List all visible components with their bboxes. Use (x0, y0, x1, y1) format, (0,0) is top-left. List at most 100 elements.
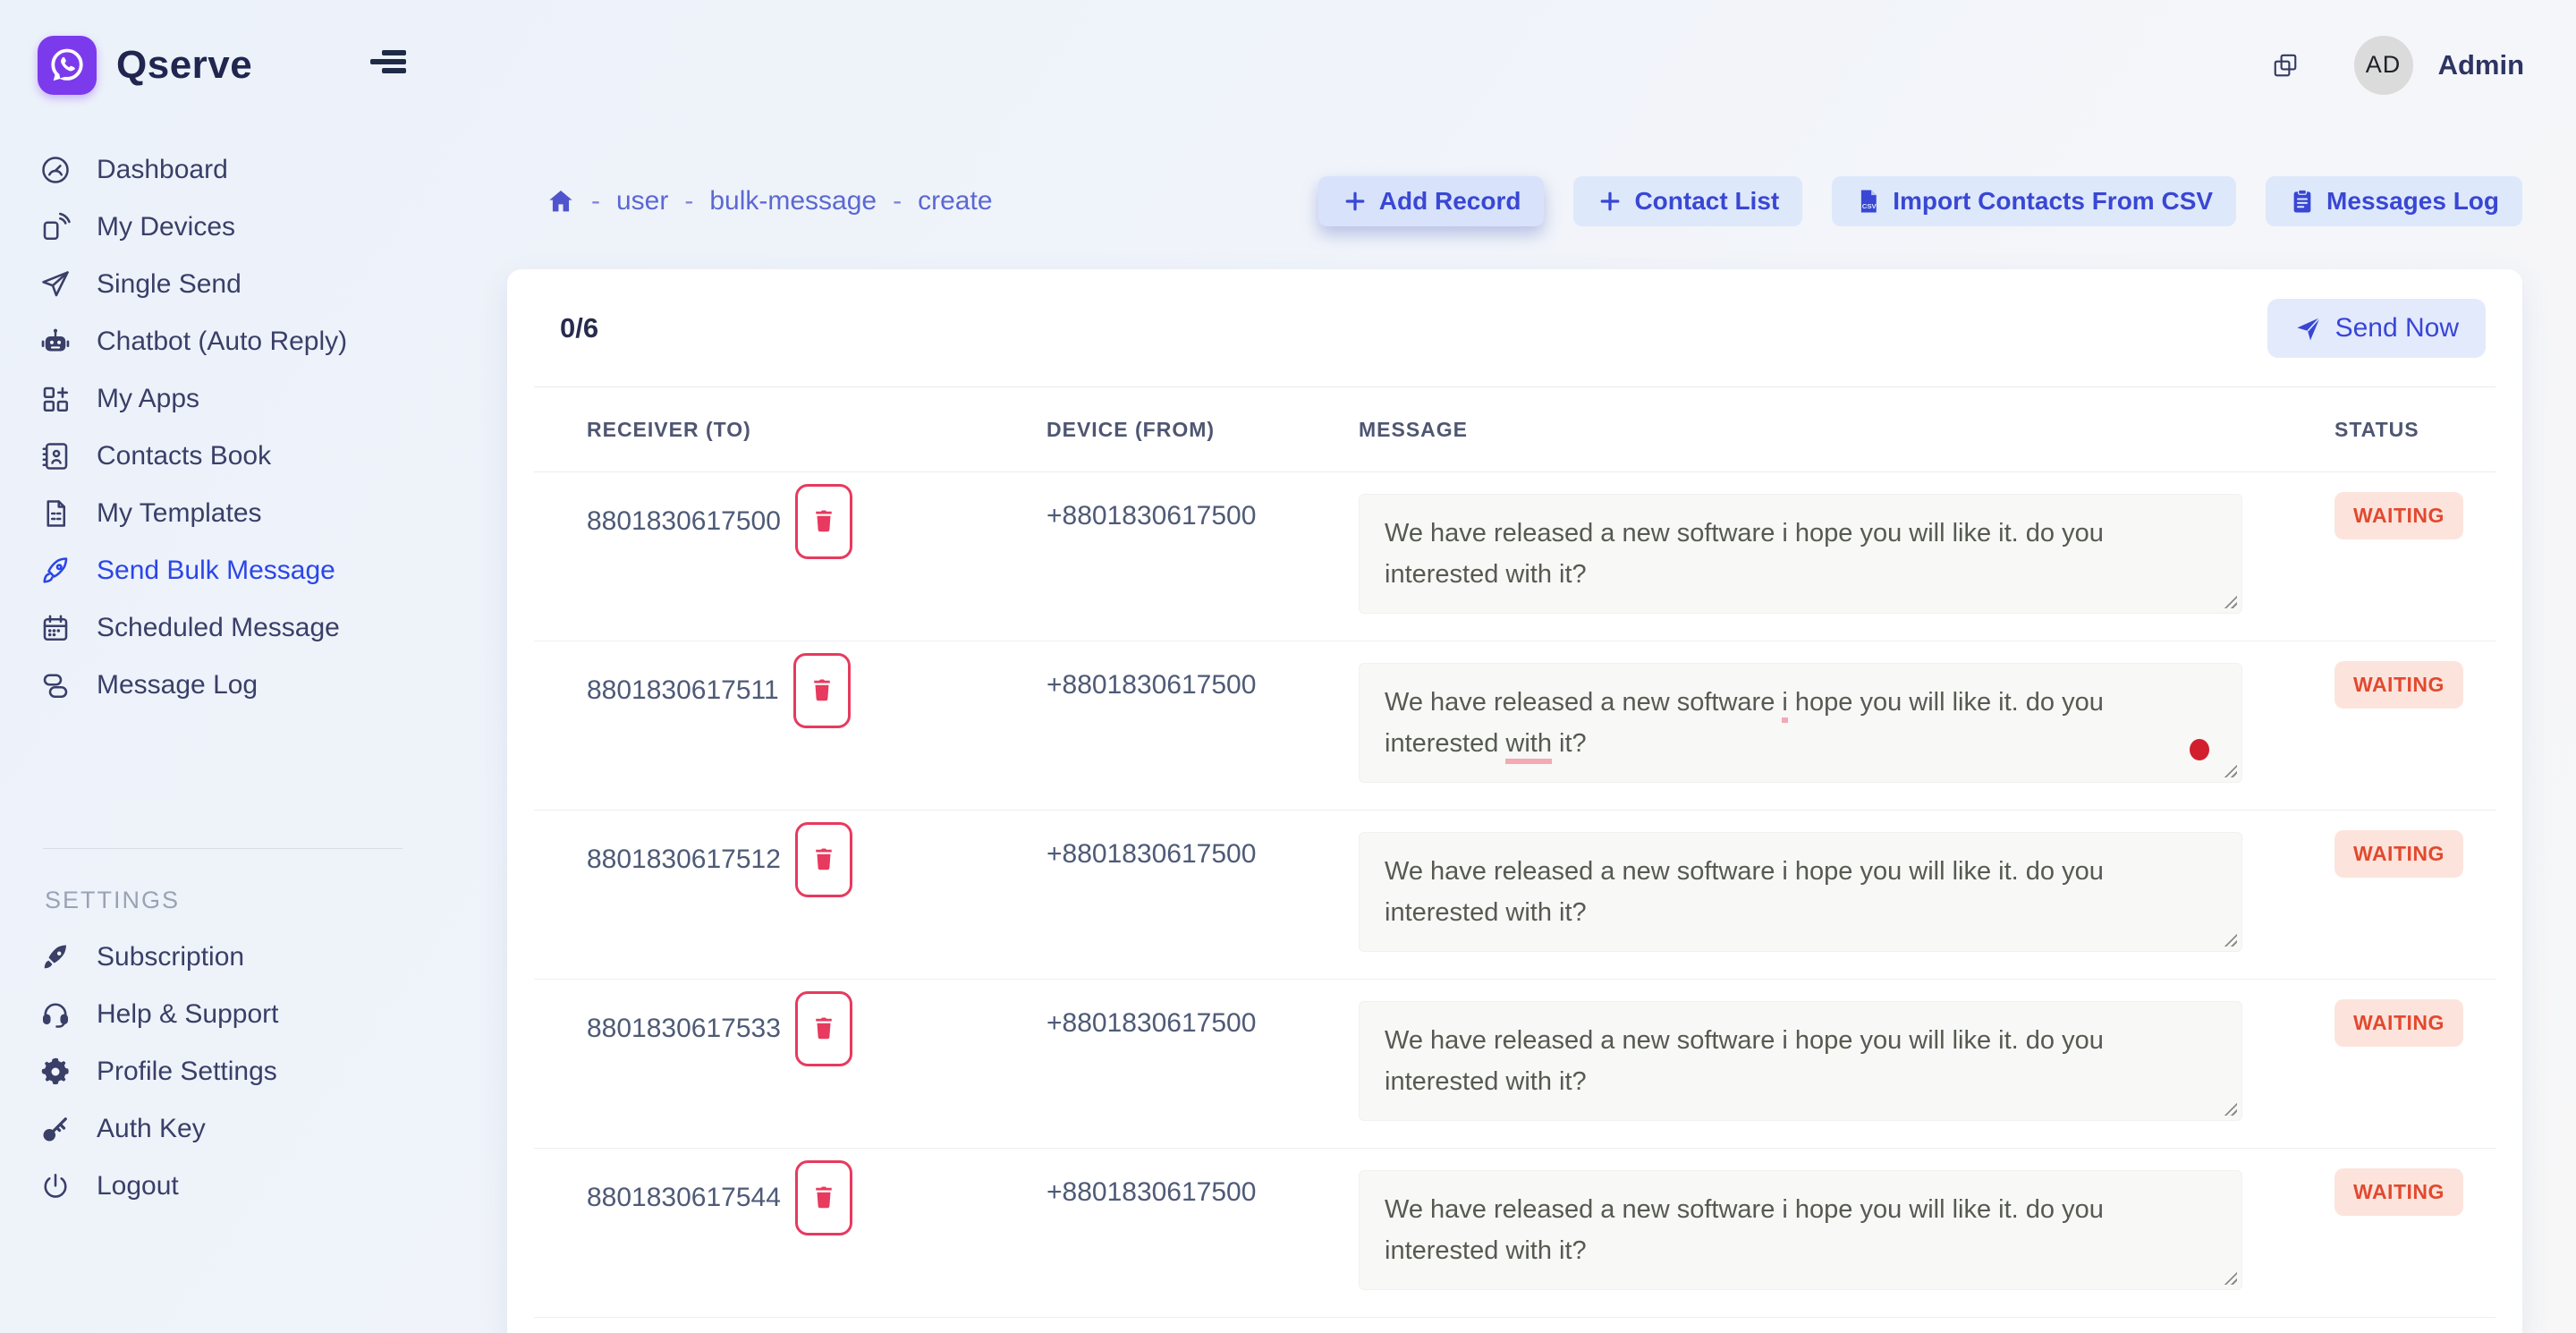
paper-plane-icon (39, 268, 72, 301)
message-text: We have released a new software i hope y… (1385, 857, 2104, 927)
sidebar-item-message-log[interactable]: Message Log (0, 657, 501, 714)
avatar[interactable]: AD (2354, 36, 2413, 95)
home-icon[interactable] (547, 187, 575, 216)
receiver-number: 8801830617511 (587, 675, 779, 706)
sidebar-divider (43, 848, 402, 849)
message-text: We have released a new software i hope y… (1385, 1195, 2104, 1265)
topbar: Qserve AD Admin (0, 0, 2576, 130)
contact-list-button[interactable]: Contact List (1573, 176, 1802, 226)
address-book-icon (39, 440, 72, 472)
sidebar-item-dashboard[interactable]: Dashboard (0, 141, 501, 199)
sidebar-item-my-devices[interactable]: My Devices (0, 199, 501, 256)
sidebar-item-label: Dashboard (97, 155, 228, 185)
sidebar-item-single-send[interactable]: Single Send (0, 256, 501, 313)
delete-row-button[interactable] (795, 822, 852, 897)
receiver-number: 8801830617512 (587, 845, 781, 875)
delete-row-button[interactable] (793, 653, 851, 728)
col-device: DEVICE (FROM) (1046, 418, 1359, 442)
message-text: We have released a new software i hope y… (1385, 519, 2104, 589)
status-badge: WAITING (2334, 1168, 2463, 1216)
csv-file-icon: CSV (1855, 188, 1882, 215)
messages-log-label: Messages Log (2326, 187, 2499, 216)
devices-icon (39, 211, 72, 243)
page: Qserve AD Admin Dashboard (0, 0, 2576, 1333)
sidebar-item-label: Single Send (97, 269, 242, 300)
breadcrumb-separator: - (893, 186, 902, 217)
resize-grip[interactable] (2223, 594, 2237, 608)
table-row: 8801830617511 +8801830617500 We have rel… (534, 641, 2496, 811)
sidebar-item-label: My Apps (97, 384, 199, 414)
sidebar-item-send-bulk-message[interactable]: Send Bulk Message (0, 542, 501, 599)
grammar-extension-dot (2190, 739, 2209, 760)
sidebar-item-label: Profile Settings (97, 1057, 277, 1087)
delete-row-button[interactable] (795, 991, 852, 1066)
breadcrumb: - user - bulk-message - create (507, 186, 993, 217)
message-textarea[interactable]: We have released a new software i hope y… (1359, 832, 2242, 952)
device-number: +8801830617500 (1046, 472, 1359, 641)
sidebar-item-logout[interactable]: Logout (0, 1158, 501, 1215)
headset-icon (39, 998, 72, 1031)
clipboard-icon (2289, 188, 2316, 215)
user-name[interactable]: Admin (2438, 49, 2524, 81)
sidebar-item-profile-settings[interactable]: Profile Settings (0, 1043, 501, 1100)
sidebar-item-my-apps[interactable]: My Apps (0, 370, 501, 428)
message-text: We have released a new software (1385, 688, 1782, 717)
resize-grip[interactable] (2223, 1101, 2237, 1116)
table-row: 8801830617544 +8801830617500 We have rel… (534, 1149, 2496, 1318)
breadcrumb-user[interactable]: user (616, 186, 668, 217)
send-now-button[interactable]: Send Now (2267, 299, 2486, 358)
messages-log-button[interactable]: Messages Log (2266, 176, 2522, 226)
table-row: 8801830617512 +8801830617500 We have rel… (534, 811, 2496, 980)
contact-list-label: Contact List (1634, 187, 1779, 216)
brand[interactable]: Qserve (38, 36, 252, 95)
add-record-label: Add Record (1379, 187, 1521, 216)
rocket-icon (39, 555, 72, 587)
send-progress-counter: 0/6 (560, 312, 598, 344)
sidebar-item-contacts-book[interactable]: Contacts Book (0, 428, 501, 485)
dashboard-icon (39, 154, 72, 186)
message-textarea[interactable]: We have released a new software i hope y… (1359, 1001, 2242, 1121)
sidebar: Dashboard My Devices Single Send (0, 141, 501, 1215)
col-message: MESSAGE (1359, 418, 2334, 442)
sidebar-item-label: My Devices (97, 212, 235, 242)
message-textarea[interactable]: We have released a new software i hope y… (1359, 1170, 2242, 1290)
col-receiver: RECEIVER (TO) (587, 418, 1046, 442)
copy-pages-icon[interactable] (2272, 52, 2299, 79)
breadcrumb-row: - user - bulk-message - create Add Recor… (507, 176, 2522, 226)
message-textarea[interactable]: We have released a new software i hope y… (1359, 494, 2242, 614)
rocket-filled-icon (39, 941, 72, 973)
breadcrumb-separator: - (591, 186, 600, 217)
sidebar-item-label: Subscription (97, 942, 244, 972)
send-icon (2294, 314, 2323, 343)
main-content: - user - bulk-message - create Add Recor… (507, 130, 2522, 1333)
table-row: 8801830617533 +8801830617500 We have rel… (534, 980, 2496, 1149)
message-textarea[interactable]: We have released a new software i hope y… (1359, 663, 2242, 783)
sidebar-item-my-templates[interactable]: My Templates (0, 485, 501, 542)
sidebar-item-label: Help & Support (97, 999, 278, 1030)
whatsapp-logo-icon (38, 36, 97, 95)
receiver-number: 8801830617533 (587, 1014, 781, 1044)
sidebar-item-chatbot[interactable]: Chatbot (Auto Reply) (0, 313, 501, 370)
trash-icon (810, 846, 837, 873)
sidebar-item-subscription[interactable]: Subscription (0, 929, 501, 986)
breadcrumb-create[interactable]: create (918, 186, 992, 217)
resize-grip[interactable] (2223, 1270, 2237, 1285)
breadcrumb-bulk-message[interactable]: bulk-message (709, 186, 877, 217)
resize-grip[interactable] (2223, 763, 2237, 777)
import-contacts-csv-button[interactable]: CSV Import Contacts From CSV (1832, 176, 2236, 226)
delete-row-button[interactable] (795, 1160, 852, 1235)
sidebar-item-help-support[interactable]: Help & Support (0, 986, 501, 1043)
sidebar-item-scheduled-message[interactable]: Scheduled Message (0, 599, 501, 657)
sidebar-settings-heading: SETTINGS (45, 887, 501, 914)
sidebar-item-auth-key[interactable]: Auth Key (0, 1100, 501, 1158)
card-header: 0/6 Send Now (534, 269, 2496, 386)
sidebar-toggle-hamburger-icon[interactable] (370, 50, 406, 81)
trash-icon (810, 508, 837, 535)
log-pills-icon (39, 669, 72, 701)
add-record-button[interactable]: Add Record (1318, 176, 1545, 226)
resize-grip[interactable] (2223, 932, 2237, 947)
brand-name: Qserve (116, 43, 252, 88)
key-icon (39, 1113, 72, 1145)
sidebar-item-label: Contacts Book (97, 441, 271, 471)
delete-row-button[interactable] (795, 484, 852, 559)
